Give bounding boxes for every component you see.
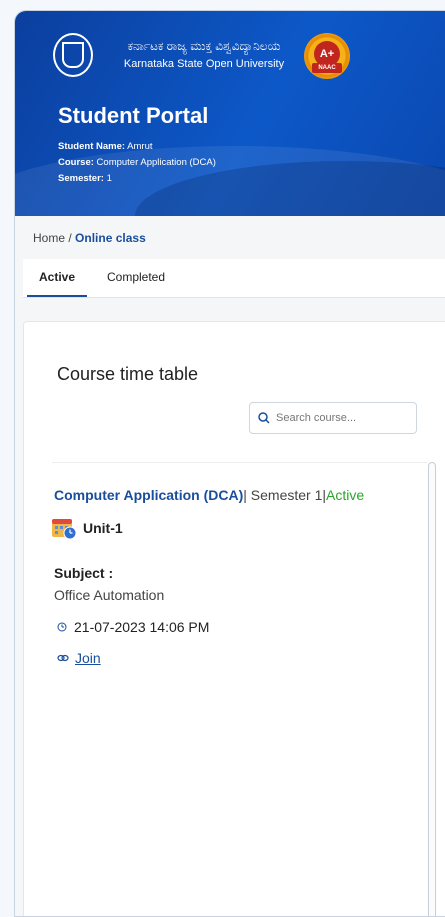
- course-row: Course: Computer Application (DCA): [58, 157, 216, 168]
- course-header: Computer Application (DCA)| Semester 1|A…: [54, 487, 364, 503]
- university-name-kannada: ಕರ್ನಾಟಕ ರಾಜ್ಯ ಮುಕ್ತ ವಿಶ್ವವಿದ್ಯಾನಿಲಯ: [127, 39, 281, 53]
- portal-header: ಕರ್ನಾಟಕ ರಾಜ್ಯ ಮುಕ್ತ ವಿಶ್ವವಿದ್ಯಾನಿಲಯ Karn…: [15, 11, 445, 216]
- timetable-card: Course time table Computer Application (…: [23, 321, 445, 916]
- breadcrumb-current: Online class: [75, 231, 146, 245]
- course-name-link[interactable]: Computer Application (DCA): [54, 487, 243, 503]
- timetable-title: Course time table: [57, 364, 199, 384]
- student-name: Amrut: [127, 141, 153, 152]
- subject-label: Subject :: [54, 565, 114, 581]
- unit-row: Unit-1: [51, 516, 123, 540]
- class-datetime: 21-07-2023 14:06 PM: [57, 619, 209, 635]
- university-name-english: Karnataka State Open University: [123, 58, 285, 70]
- semester-value: 1: [106, 173, 112, 184]
- link-icon: [57, 654, 69, 662]
- status-badge: Active: [326, 487, 365, 503]
- search-course-box[interactable]: [249, 402, 417, 434]
- course-name: Computer Application (DCA): [96, 157, 216, 168]
- semester-text: | Semester 1|: [243, 487, 326, 503]
- datetime-value: 21-07-2023 14:06 PM: [74, 619, 210, 635]
- naac-badge-icon: A+ NAAC: [304, 33, 350, 79]
- naac-label: NAAC: [312, 63, 342, 73]
- semester-row: Semester: 1: [58, 173, 112, 184]
- tab-active[interactable]: Active: [27, 259, 88, 297]
- subject-value: Office Automation: [54, 587, 165, 603]
- university-seal-icon: [53, 33, 93, 77]
- unit-label: Unit-1: [83, 520, 123, 536]
- join-row: Join: [57, 650, 101, 666]
- search-icon: [258, 412, 270, 424]
- student-info: Student Name: Amrut Course: Computer App…: [58, 139, 216, 187]
- page-title: Student Portal: [58, 103, 209, 128]
- breadcrumb: Home / Online class: [33, 231, 146, 245]
- scrollbar[interactable]: [428, 462, 436, 916]
- join-link[interactable]: Join: [75, 650, 101, 666]
- calendar-icon: [52, 519, 77, 540]
- search-course-input[interactable]: [274, 411, 408, 425]
- tab-completed[interactable]: Completed: [95, 259, 177, 295]
- breadcrumb-home-link[interactable]: Home: [33, 231, 65, 245]
- student-name-row: Student Name: Amrut: [58, 141, 153, 152]
- class-tabs: Active Completed: [23, 259, 445, 298]
- app-frame: ಕರ್ನಾಟಕ ರಾಜ್ಯ ಮುಕ್ತ ವಿಶ್ವವಿದ್ಯಾನಿಲಯ Karn…: [14, 10, 445, 917]
- divider: [52, 462, 428, 463]
- clock-icon: [57, 622, 67, 632]
